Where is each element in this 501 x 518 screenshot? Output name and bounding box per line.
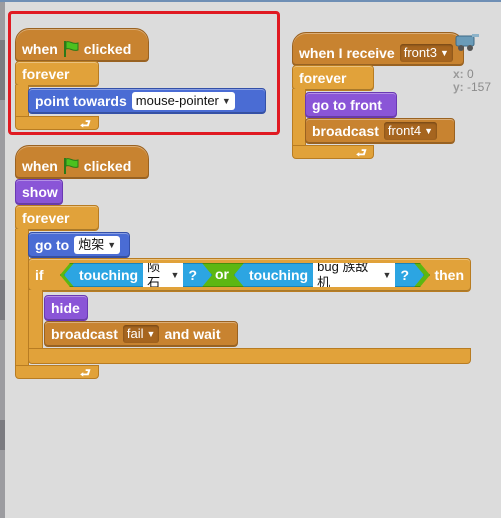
touching-label: touching: [79, 267, 139, 283]
chevron-down-icon: ▼: [424, 126, 434, 136]
when-i-receive-hat[interactable]: when I receive front3 ▼: [292, 32, 464, 66]
forever-c-arm: [292, 89, 306, 147]
loop-arrow-icon: ⮐: [80, 366, 91, 380]
forever-label: forever: [299, 70, 347, 86]
chevron-down-icon: ▼: [107, 240, 117, 250]
green-flag-icon: [63, 158, 79, 174]
go-to-target-value: 炮架: [78, 237, 105, 252]
broadcast-message-dropdown[interactable]: fail ▼: [122, 325, 160, 343]
forever-c-arm: [15, 229, 29, 367]
when-flag-clicked-hat[interactable]: when clicked: [15, 145, 149, 179]
left-scroll-grip: [0, 40, 5, 100]
chevron-down-icon: ▼: [382, 270, 392, 280]
receive-label: when I receive: [299, 45, 395, 61]
broadcast-message-value: front4: [387, 123, 422, 138]
highlight-rectangle: [8, 11, 280, 135]
go-to-front-block[interactable]: go to front: [305, 92, 397, 118]
if-label: if: [35, 267, 44, 283]
touching-block[interactable]: touching 陨石 ▼ ?: [64, 263, 212, 287]
left-scroll-grip: [0, 280, 5, 320]
show-label: show: [22, 184, 58, 200]
touching-block[interactable]: touching bug 族敌机 ▼ ?: [234, 263, 424, 287]
go-to-label: go to: [35, 237, 70, 253]
broadcast-message-value: fail: [126, 326, 144, 341]
question-mark-label: ?: [400, 267, 409, 283]
top-divider: [0, 0, 501, 2]
touching-target-value: 陨石: [147, 259, 161, 290]
forever-block[interactable]: forever: [15, 205, 99, 231]
hide-block[interactable]: hide: [44, 295, 88, 321]
x-label: x:: [453, 67, 464, 81]
go-to-block[interactable]: go to 炮架 ▼: [28, 232, 130, 258]
forever-label: forever: [22, 210, 70, 226]
forever-block[interactable]: forever: [292, 65, 374, 91]
if-c-foot: [28, 348, 471, 364]
broadcast-and-wait-block[interactable]: broadcast fail ▼ and wait: [44, 321, 238, 347]
loop-arrow-icon: ⮐: [356, 146, 367, 160]
chevron-down-icon: ▼: [146, 329, 156, 339]
broadcast-block[interactable]: broadcast front4 ▼: [305, 118, 455, 144]
touching-target-dropdown[interactable]: 陨石 ▼: [143, 258, 183, 292]
question-mark-label: ?: [188, 267, 197, 283]
touching-target-value: bug 族敌机: [317, 259, 369, 290]
broadcast-label: broadcast: [312, 123, 379, 139]
y-value: -157: [467, 80, 492, 94]
go-to-target-dropdown[interactable]: 炮架 ▼: [74, 236, 121, 254]
sprite-coordinates: x: 0 y: -157: [453, 68, 491, 94]
hat-clicked-label: clicked: [83, 158, 132, 174]
then-label: then: [434, 267, 464, 283]
x-value: 0: [467, 67, 474, 81]
go-to-front-label: go to front: [312, 97, 382, 113]
receive-message-dropdown[interactable]: front3 ▼: [399, 44, 453, 62]
and-wait-label: and wait: [164, 326, 221, 342]
y-label: y:: [453, 80, 464, 94]
if-c-arm: [28, 290, 43, 350]
show-block[interactable]: show: [15, 179, 63, 205]
chevron-down-icon: ▼: [170, 270, 180, 280]
hide-label: hide: [51, 300, 80, 316]
left-scroll-grip: [0, 420, 5, 450]
touching-label: touching: [249, 267, 309, 283]
hat-when-label: when: [22, 158, 58, 174]
chevron-down-icon: ▼: [439, 48, 449, 58]
or-label: or: [215, 266, 229, 282]
broadcast-message-dropdown[interactable]: front4 ▼: [383, 122, 438, 140]
broadcast-label: broadcast: [51, 326, 118, 342]
receive-message-value: front3: [403, 45, 437, 60]
touching-target-dropdown[interactable]: bug 族敌机 ▼: [313, 258, 395, 292]
sprite-thumbnail-icon: [455, 34, 479, 51]
